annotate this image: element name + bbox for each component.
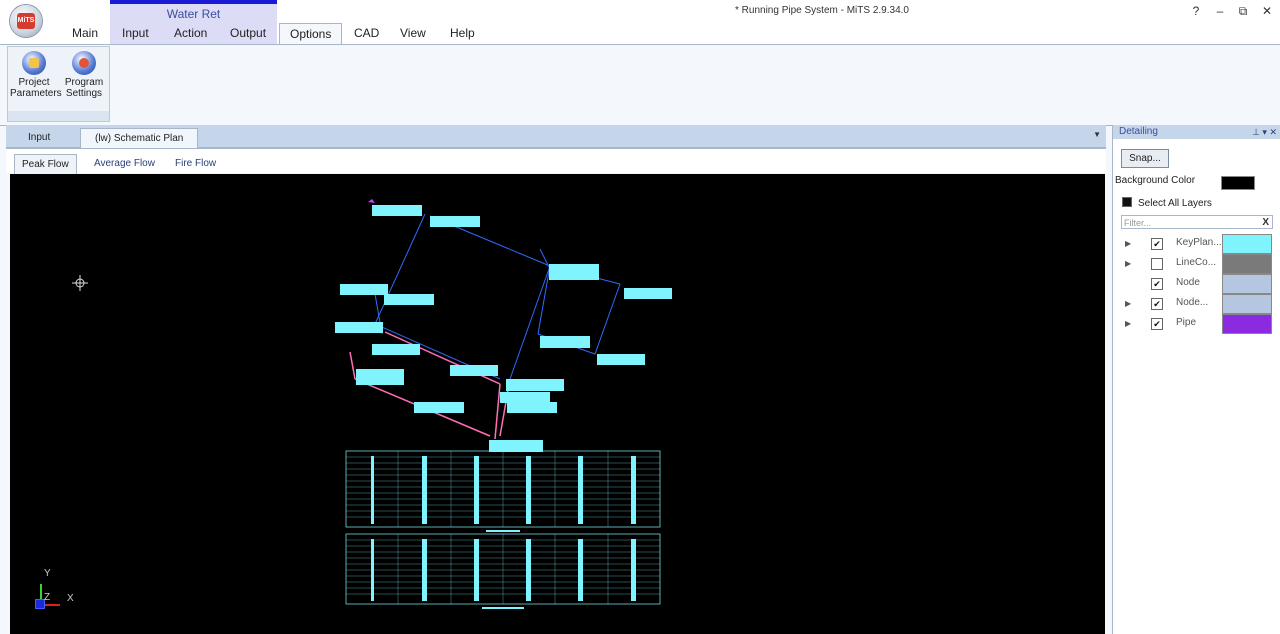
y-axis-label: Y: [44, 568, 51, 579]
panel-pin-dropdown-close-icons[interactable]: ⊥ ▾ ✕: [1252, 125, 1277, 139]
layer-name: Pipe: [1176, 317, 1197, 328]
layer-name: Node...: [1176, 297, 1209, 308]
expand-arrow-icon[interactable]: ▶: [1125, 299, 1131, 308]
contextual-group-label: Water Ret: [166, 7, 221, 21]
layer-row-lineco: ▶ LineCo...: [1125, 254, 1273, 274]
layer-name: KeyPlan...: [1176, 237, 1222, 248]
tab-input[interactable]: Input: [122, 25, 149, 44]
app-logo-icon: MiTS: [17, 13, 35, 29]
layer-row-pipe: ▶ ✔ Pipe: [1125, 314, 1273, 334]
sub-tab-fire-flow[interactable]: Fire Flow: [175, 154, 216, 173]
layer-name: LineCo...: [1176, 257, 1217, 268]
detailing-title: Detailing: [1119, 126, 1158, 137]
detailing-header: Detailing ⊥ ▾ ✕: [1113, 125, 1280, 139]
x-axis-label: X: [67, 593, 74, 604]
project-parameters-label-2: Parameters: [10, 88, 62, 99]
program-settings-label-2: Settings: [65, 88, 103, 99]
project-parameters-label-1: Project: [18, 77, 50, 88]
layer-visibility-checkbox[interactable]: [1151, 258, 1163, 270]
detailing-panel: Detailing ⊥ ▾ ✕ Snap... Background Color…: [1112, 125, 1280, 634]
pipe-network-drawing: [72, 199, 672, 609]
layer-row-node-labels: ▶ ✔ Node...: [1125, 294, 1273, 314]
layer-visibility-checkbox[interactable]: ✔: [1151, 298, 1163, 310]
layer-color-swatch[interactable]: [1222, 234, 1272, 254]
tab-list-dropdown-icon[interactable]: ▼: [1093, 130, 1101, 139]
select-all-layers-checkbox[interactable]: Select All Layers: [1122, 197, 1212, 209]
tab-view[interactable]: View: [400, 25, 426, 44]
tab-options[interactable]: Options: [279, 23, 343, 45]
application-menu-button[interactable]: MiTS: [10, 5, 42, 37]
project-parameters-icon: [22, 51, 46, 75]
background-color-swatch[interactable]: [1221, 176, 1255, 190]
layer-color-swatch[interactable]: [1222, 254, 1272, 274]
expand-arrow-icon[interactable]: ▶: [1125, 259, 1131, 268]
layer-name: Node: [1176, 277, 1200, 288]
ribbon-group-options: Project Parameters Program Settings: [7, 46, 110, 122]
project-parameters-button[interactable]: Project Parameters: [10, 51, 62, 99]
layer-visibility-checkbox[interactable]: ✔: [1151, 238, 1163, 250]
tab-help[interactable]: Help: [450, 25, 475, 44]
title-bar: MiTS Water Ret Main Input Action Output …: [0, 0, 1280, 45]
tab-cad[interactable]: CAD: [354, 25, 379, 44]
z-axis-label: Z: [44, 592, 51, 603]
program-settings-button[interactable]: Program Settings: [60, 51, 108, 99]
window-title: * Running Pipe System - MiTS 2.9.34.0: [735, 5, 909, 16]
program-settings-label-1: Program: [64, 77, 104, 88]
restore-icon[interactable]: ⧉: [1236, 4, 1250, 19]
sub-tab-average-flow[interactable]: Average Flow: [94, 154, 155, 173]
expand-arrow-icon[interactable]: ▶: [1125, 319, 1131, 328]
help-icon[interactable]: ?: [1189, 4, 1203, 18]
layer-row-node: ✔ Node: [1125, 274, 1273, 294]
snap-button[interactable]: Snap...: [1121, 149, 1169, 168]
expand-arrow-icon[interactable]: ▶: [1125, 239, 1131, 248]
tab-action[interactable]: Action: [174, 25, 207, 44]
doc-tab-schematic-plan[interactable]: (lw) Schematic Plan: [80, 128, 199, 148]
doc-tab-input[interactable]: Input: [28, 128, 50, 147]
layer-visibility-checkbox[interactable]: ✔: [1151, 318, 1163, 330]
layer-color-swatch[interactable]: [1222, 314, 1272, 334]
layer-row-keyplan: ▶ ✔ KeyPlan...: [1125, 234, 1273, 254]
tab-output[interactable]: Output: [230, 25, 266, 44]
sub-tab-peak-flow[interactable]: Peak Flow: [14, 154, 77, 174]
layer-filter-input[interactable]: Filter... X: [1121, 215, 1273, 229]
select-all-layers-label: Select All Layers: [1138, 198, 1212, 209]
close-icon[interactable]: ✕: [1260, 4, 1274, 18]
tab-main[interactable]: Main: [72, 25, 98, 44]
layer-color-swatch[interactable]: [1222, 274, 1272, 294]
layer-color-swatch[interactable]: [1222, 294, 1272, 314]
layer-visibility-checkbox[interactable]: ✔: [1151, 278, 1163, 290]
program-settings-icon: [72, 51, 96, 75]
clear-filter-icon[interactable]: X: [1262, 216, 1269, 230]
flow-tab-strip: Peak Flow Average Flow Fire Flow: [6, 149, 1106, 174]
document-tab-strip: Input (lw) Schematic Plan ▼: [6, 125, 1106, 149]
cad-drawing-canvas[interactable]: [10, 174, 1105, 634]
minimize-icon[interactable]: –: [1213, 4, 1227, 18]
ribbon-panel: Project Parameters Program Settings: [0, 44, 1280, 126]
background-color-label: Background Color: [1115, 175, 1196, 186]
